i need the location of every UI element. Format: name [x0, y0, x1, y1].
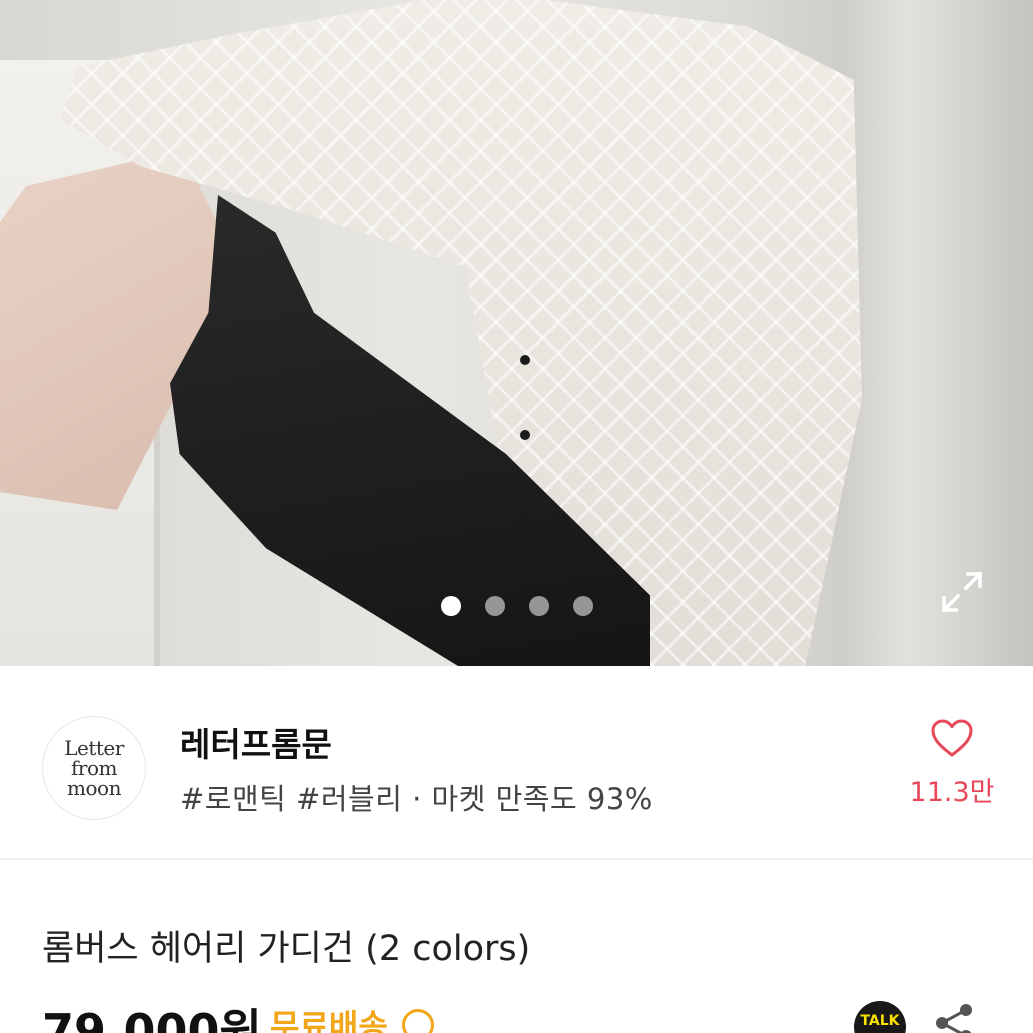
favorite-button[interactable]: 11.3만: [902, 718, 1002, 809]
carousel-dot[interactable]: [528, 596, 549, 616]
carousel-indicator: [0, 596, 1033, 616]
talk-label: TALK: [860, 1013, 900, 1029]
seller-logo-line: Letter: [64, 736, 124, 760]
product-image[interactable]: [0, 0, 1033, 666]
product-title: 롬버스 헤어리 가디건 (2 colors): [42, 929, 531, 969]
price-row: 79,000원 무료배송 TALK: [42, 995, 1033, 1033]
heart-icon: [931, 719, 973, 757]
carousel-dot[interactable]: [484, 596, 505, 616]
seller-logo-line: moon: [67, 776, 121, 800]
carousel-dot[interactable]: [440, 596, 461, 616]
share-icon[interactable]: [932, 1001, 976, 1033]
free-shipping-badge: 무료배송: [270, 1007, 388, 1033]
seller-tags: #로맨틱 #러블리 · 마켓 만족도 93%: [180, 782, 653, 816]
carousel-dot[interactable]: [572, 596, 593, 616]
product-price: 79,000원: [42, 1004, 262, 1033]
background-wall: [843, 0, 1033, 666]
section-divider: [0, 858, 1033, 860]
expand-icon[interactable]: [938, 568, 986, 616]
kakao-talk-button[interactable]: TALK: [854, 1001, 906, 1033]
seller-logo-line: from: [71, 756, 117, 780]
seller-logo[interactable]: Letter from moon: [42, 716, 146, 820]
seller-name[interactable]: 레터프롬문: [180, 718, 332, 766]
info-icon[interactable]: [402, 1009, 434, 1033]
cardigan-buttons: [512, 300, 542, 560]
seller-info[interactable]: Letter from moon 레터프롬문 #로맨틱 #러블리 · 마켓 만족…: [0, 666, 1033, 858]
favorite-count: 11.3만: [909, 777, 995, 808]
